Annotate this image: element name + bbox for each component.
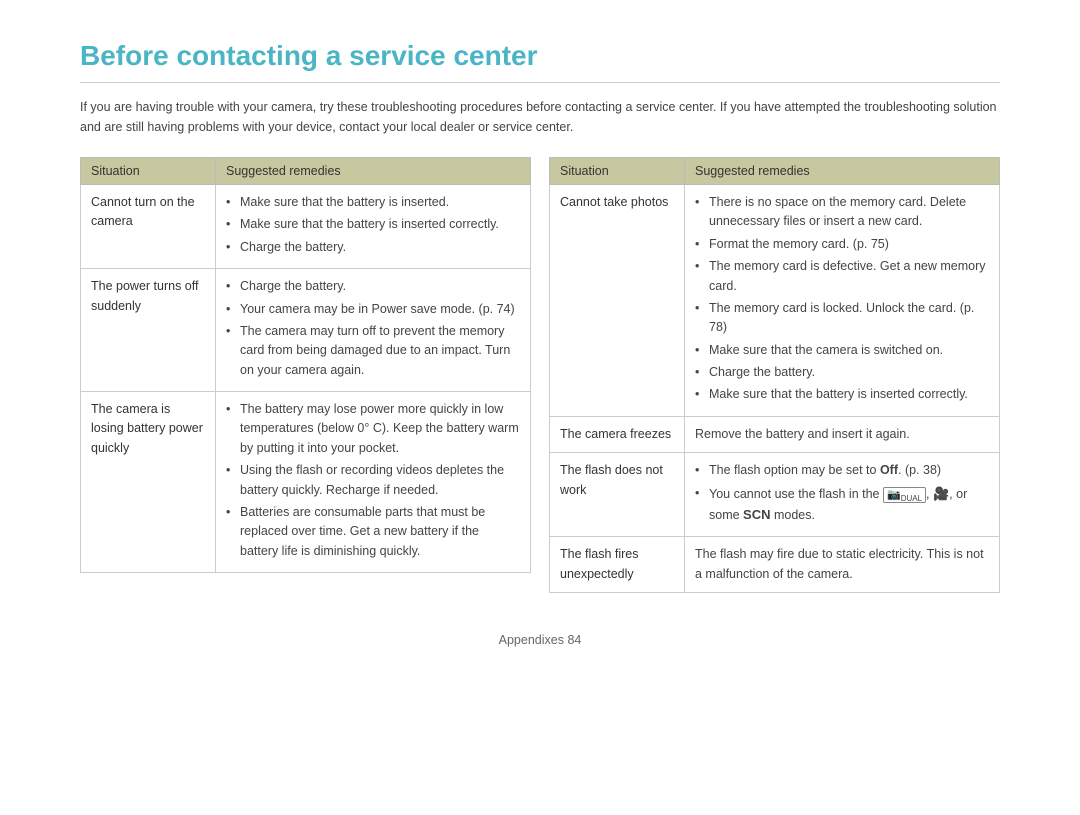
list-item: Make sure that the camera is switched on… [695,341,989,360]
table-row: The power turns off suddenly Charge the … [81,269,531,392]
situation-label: The flash fires unexpectedly [550,537,685,593]
remedies-cell: The flash may fire due to static electri… [685,537,1000,593]
table-row: The flash does not work The flash option… [550,453,1000,537]
list-item: Charge the battery. [226,238,520,257]
page-title: Before contacting a service center [80,40,1000,83]
table-row: The camera is losing battery power quick… [81,392,531,573]
list-item: Charge the battery. [695,363,989,382]
remedies-cell: The flash option may be set to Off. (p. … [685,453,1000,537]
remedies-cell: Charge the battery. Your camera may be i… [216,269,531,392]
right-table: Situation Suggested remedies Cannot take… [549,157,1000,593]
tables-wrapper: Situation Suggested remedies Cannot turn… [80,157,1000,593]
list-item: Make sure that the battery is inserted c… [226,215,520,234]
list-item: Using the flash or recording videos depl… [226,461,520,500]
remedies-cell: There is no space on the memory card. De… [685,185,1000,417]
right-col-situation: Situation [550,158,685,185]
table-row: The flash fires unexpectedly The flash m… [550,537,1000,593]
situation-label: The power turns off suddenly [81,269,216,392]
table-row: Cannot take photos There is no space on … [550,185,1000,417]
left-table: Situation Suggested remedies Cannot turn… [80,157,531,573]
list-item: Format the memory card. (p. 75) [695,235,989,254]
list-item: Make sure that the battery is inserted c… [695,385,989,404]
left-col-situation: Situation [81,158,216,185]
list-item: Batteries are consumable parts that must… [226,503,520,561]
list-item: Make sure that the battery is inserted. [226,193,520,212]
list-item: The flash option may be set to Off. (p. … [695,461,989,480]
list-item: Your camera may be in Power save mode. (… [226,300,520,319]
list-item: Charge the battery. [226,277,520,296]
list-item: There is no space on the memory card. De… [695,193,989,232]
situation-label: Cannot turn on the camera [81,185,216,269]
situation-label: The camera is losing battery power quick… [81,392,216,573]
remedies-cell: The battery may lose power more quickly … [216,392,531,573]
page-footer: Appendixes 84 [80,633,1000,647]
remedies-cell: Remove the battery and insert it again. [685,416,1000,452]
left-col-remedies: Suggested remedies [216,158,531,185]
table-row: Cannot turn on the camera Make sure that… [81,185,531,269]
remedies-cell: Make sure that the battery is inserted. … [216,185,531,269]
list-item: The memory card is defective. Get a new … [695,257,989,296]
situation-label: Cannot take photos [550,185,685,417]
table-row: The camera freezes Remove the battery an… [550,416,1000,452]
list-item: The camera may turn off to prevent the m… [226,322,520,380]
right-col-remedies: Suggested remedies [685,158,1000,185]
situation-label: The camera freezes [550,416,685,452]
intro-text: If you are having trouble with your came… [80,97,1000,137]
list-item: The memory card is locked. Unlock the ca… [695,299,989,338]
situation-label: The flash does not work [550,453,685,537]
list-item: You cannot use the flash in the 📷DUAL, 🎥… [695,484,989,526]
list-item: The battery may lose power more quickly … [226,400,520,458]
